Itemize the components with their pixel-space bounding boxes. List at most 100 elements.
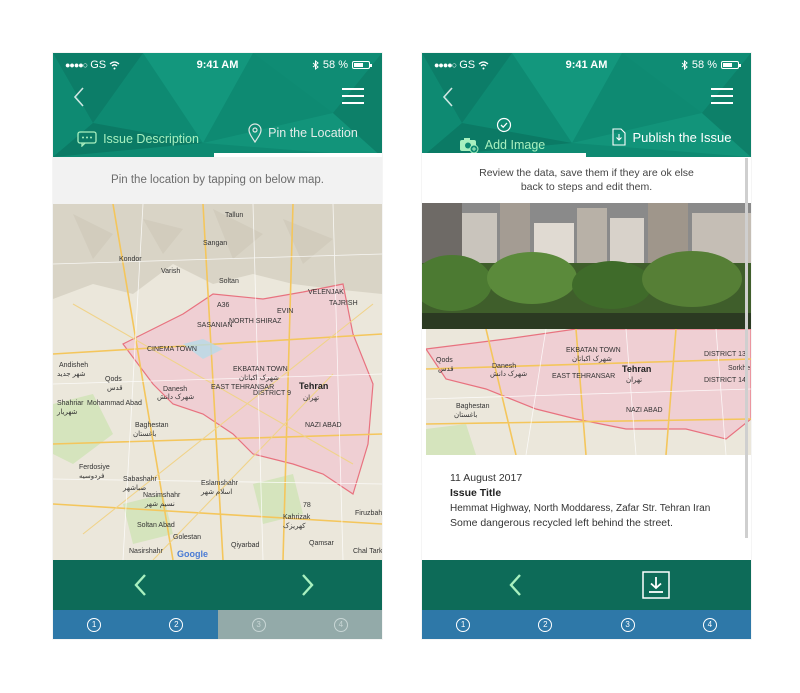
map-label: تهران [626, 377, 643, 384]
hamburger-menu-icon[interactable] [711, 88, 733, 104]
map-label-city: Tehran [622, 364, 652, 374]
app-header: ●●●●○ GS 9:41 AM 58 % Issue Description … [53, 53, 382, 157]
map-label: DISTRICT 9 [253, 390, 291, 397]
map-label: تهران [303, 395, 320, 402]
map-label: Baghestan [135, 422, 169, 429]
map-label: EAST TEHRANSAR [552, 373, 616, 380]
step-4[interactable]: 4 [668, 610, 751, 639]
map-label: شهرک دانش [490, 371, 528, 378]
map-label: باغستان [133, 431, 157, 438]
map-road-label: A36 [217, 302, 230, 309]
step-tabs: Issue Description Pin the Location [53, 121, 382, 157]
step-1[interactable]: 1 [422, 610, 505, 639]
map-label: Tallun [225, 212, 244, 219]
map-label: NAZI ABAD [626, 407, 663, 414]
location-pin-icon [248, 123, 262, 143]
map-label: اسلام شهر [201, 489, 233, 496]
map-label: Eslamshahr [201, 480, 238, 487]
map-label: Soltan [219, 278, 239, 285]
map-label: Shahriar [57, 400, 84, 407]
map-label: Kahrizak [283, 514, 311, 521]
phone-screen-review: ●●●●○ GS 9:41 AM 58 % Add Image Publish … [422, 53, 751, 639]
review-instruction: Review the data, save them if they are o… [422, 157, 751, 203]
map-label: SASANIAN [197, 322, 233, 329]
issue-address: Hemmat Highway, North Moddaress, Zafar S… [450, 503, 711, 514]
map-label: Danesh [492, 363, 517, 370]
battery-icon [352, 61, 372, 69]
issue-photo [422, 203, 751, 329]
map-instruction: Pin the location by tapping on below map… [53, 157, 382, 204]
back-chevron-icon[interactable] [438, 85, 458, 109]
previous-step-arrow-icon[interactable] [504, 572, 528, 598]
tab-label: Add Image [484, 138, 546, 152]
map-label: کهریزک [283, 523, 306, 530]
instruction-line: back to steps and edit them. [520, 181, 653, 193]
map-label: Sabashahr [123, 476, 157, 483]
map-label: شهرک دانش [157, 394, 195, 401]
camera-add-icon [459, 138, 479, 153]
battery-percent: 58 % [691, 59, 717, 71]
issue-location-map[interactable]: EKBATAN TOWN شهرک اکباتان Qods قدس Danes… [426, 329, 751, 455]
battery-icon [721, 61, 741, 69]
map-label: Nasimshahr [143, 492, 181, 499]
map-label: Mohammad Abad [87, 400, 142, 407]
photo-graphic [422, 203, 751, 329]
step-1[interactable]: 1 [53, 610, 136, 639]
step-3[interactable]: 3 [217, 610, 300, 639]
step-3[interactable]: 3 [586, 610, 669, 639]
issue-description: Some dangerous recycled left behind the … [450, 517, 673, 529]
map-label: Nasirshahr [129, 548, 163, 555]
tab-label: Pin the Location [268, 126, 358, 140]
map-label: Qamsar [309, 540, 334, 547]
step-2[interactable]: 2 [135, 610, 218, 639]
map-label: Soltan Abad [137, 522, 175, 529]
map-label: TAJRISH [329, 300, 358, 307]
map-label: Danesh [163, 386, 188, 393]
map-label: باغستان [454, 412, 478, 419]
map-label: NAZI ABAD [305, 422, 342, 429]
map-label: شهرک اکباتان [239, 375, 279, 382]
step-4[interactable]: 4 [299, 610, 382, 639]
save-download-icon[interactable] [642, 571, 670, 599]
map-label: VELENJAK [308, 289, 344, 296]
map-label: شهریار [57, 409, 78, 416]
tab-pin-location[interactable]: Pin the Location [223, 115, 382, 151]
map-view[interactable]: Tallun Kondor Sangan Varish Soltan VELEN… [53, 204, 382, 560]
map-label: Ferdosiye [79, 464, 110, 471]
scrollbar[interactable] [745, 158, 748, 538]
status-bar: ●●●●○ GS 9:41 AM 58 % [53, 59, 382, 75]
bluetooth-icon [681, 60, 688, 70]
tab-label: Issue Description [103, 132, 199, 146]
map-label: قدس [107, 385, 123, 392]
map-label: Chal Tarkhan [353, 548, 382, 555]
instruction-line: Review the data, save them if they are o… [479, 167, 694, 179]
hamburger-menu-icon[interactable] [342, 88, 364, 104]
bluetooth-icon [312, 60, 319, 70]
map-label: Baghestan [456, 403, 490, 410]
map-label: NORTH SHIRAZ [229, 318, 282, 325]
step-progress: 1 2 3 4 [53, 610, 382, 639]
back-chevron-icon[interactable] [69, 85, 89, 109]
map-label-city: Tehran [299, 381, 329, 391]
map-label: نسیم شهر [145, 501, 175, 508]
app-header: ●●●●○ GS 9:41 AM 58 % Add Image Publish … [422, 53, 751, 157]
tab-issue-description[interactable]: Issue Description [63, 121, 213, 157]
map-label: EKBATAN TOWN [233, 366, 288, 373]
step-2[interactable]: 2 [504, 610, 587, 639]
issue-title: Issue Title [450, 487, 502, 499]
map-label: Qods [105, 376, 122, 383]
previous-step-arrow-icon[interactable] [129, 572, 153, 598]
tab-publish-issue[interactable]: Publish the Issue [602, 119, 742, 155]
map-label: CINEMA TOWN [147, 346, 197, 353]
document-download-icon [612, 128, 627, 146]
issue-date: 11 August 2017 [450, 472, 523, 484]
map-label: Kondor [119, 256, 142, 263]
step-navigation-bar [422, 560, 751, 610]
map-label: Sangan [203, 240, 228, 247]
step-tabs: Add Image Publish the Issue [422, 117, 751, 157]
battery-percent: 58 % [322, 59, 348, 71]
issue-details: 11 August 2017 Issue Title Hemmat Highwa… [450, 471, 740, 531]
map-label: Varish [161, 268, 181, 275]
next-step-arrow-icon[interactable] [295, 572, 319, 598]
step-progress: 1 2 3 4 [422, 610, 751, 639]
